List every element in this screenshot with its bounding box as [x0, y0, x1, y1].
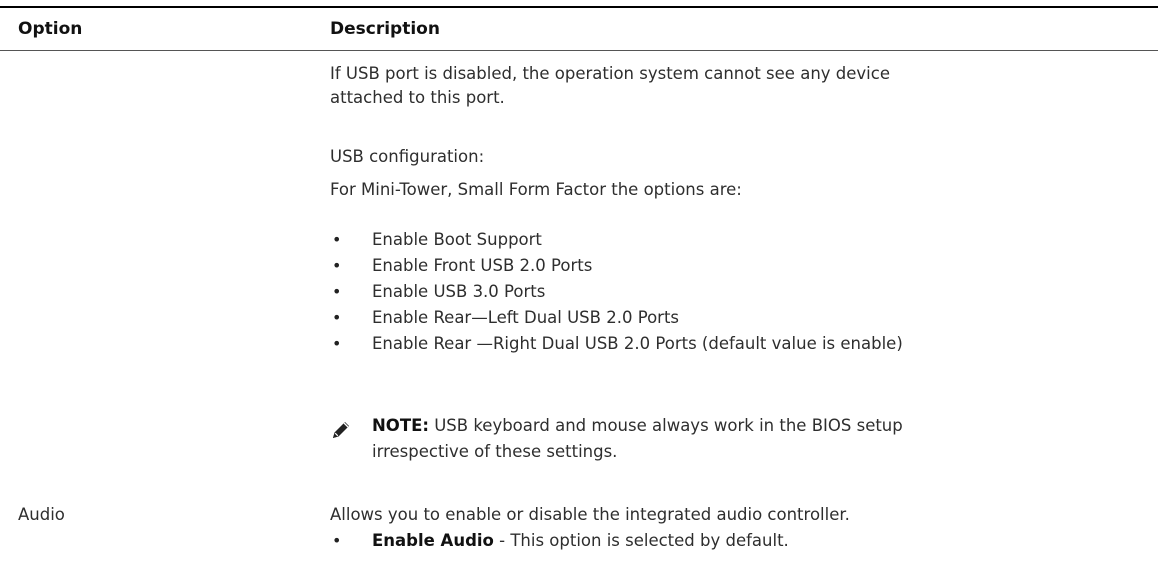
table-header-rule: [0, 50, 1158, 51]
audio-description: Allows you to enable or disable the inte…: [330, 505, 850, 524]
table-top-rule: [0, 6, 1158, 8]
usb-disabled-text-line1: If USB port is disabled, the operation s…: [330, 64, 890, 83]
bullet-icon: •: [332, 531, 342, 550]
bullet-icon: •: [332, 334, 342, 353]
usb-option-text: Enable Boot Support: [372, 230, 542, 249]
audio-option-text: Enable Audio - This option is selected b…: [372, 529, 789, 552]
usb-option-text: Enable USB 3.0 Ports: [372, 282, 546, 301]
usb-disabled-text-line2: attached to this port.: [330, 88, 505, 107]
usb-configuration-intro: For Mini-Tower, Small Form Factor the op…: [330, 180, 742, 199]
usb-option-text: Enable Rear —Right Dual USB 2.0 Ports (d…: [372, 334, 903, 353]
usb-option-text: Enable Rear—Left Dual USB 2.0 Ports: [372, 308, 680, 327]
column-header-description: Description: [330, 19, 440, 39]
bullet-icon: •: [332, 256, 342, 275]
note-text-line1: NOTE: USB keyboard and mouse always work…: [372, 414, 903, 437]
pencil-icon: [330, 419, 352, 441]
audio-option-name: Enable Audio: [372, 531, 494, 550]
option-audio: Audio: [18, 505, 65, 524]
usb-option-text: Enable Front USB 2.0 Ports: [372, 256, 593, 275]
bullet-icon: •: [332, 230, 342, 249]
bios-options-table: Option Description If USB port is disabl…: [0, 0, 1158, 561]
bullet-icon: •: [332, 282, 342, 301]
note-text-line2: irrespective of these settings.: [372, 442, 618, 461]
usb-configuration-label: USB configuration:: [330, 147, 485, 166]
column-header-option: Option: [18, 19, 83, 39]
bullet-icon: •: [332, 308, 342, 327]
note-label: NOTE:: [372, 416, 429, 435]
note-text: USB keyboard and mouse always work in th…: [428, 416, 903, 435]
audio-option-detail: - This option is selected by default.: [493, 531, 789, 550]
